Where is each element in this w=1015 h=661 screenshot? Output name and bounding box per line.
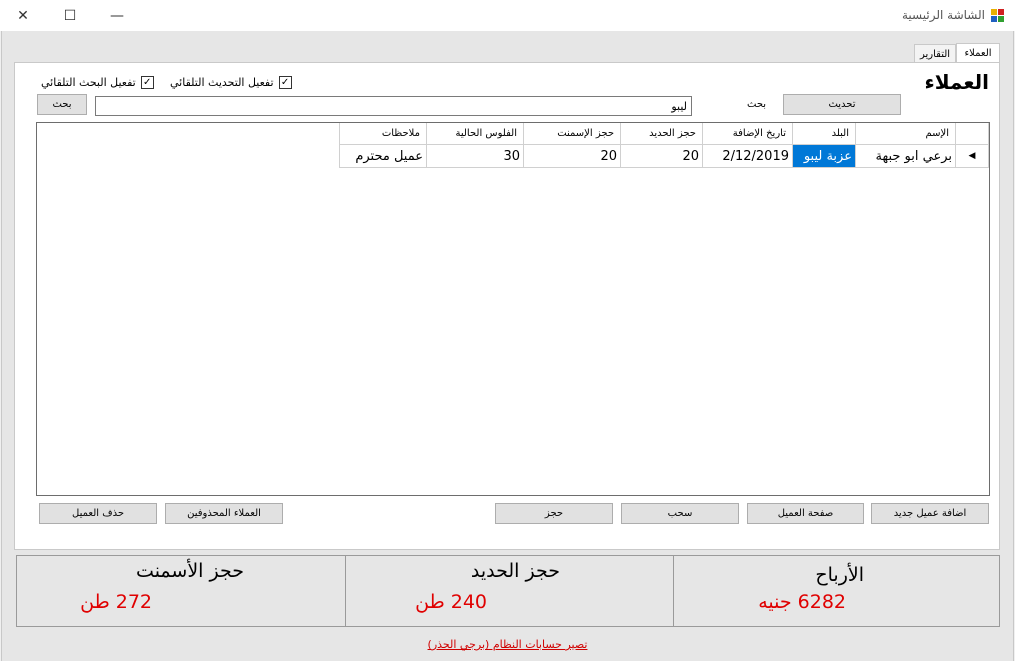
column-header-iron-booking[interactable]: حجز الحديد (620, 123, 703, 145)
iron-booking-value: 240 طن (415, 591, 487, 613)
cement-booking-value: 272 طن (80, 591, 152, 613)
auto-search-label: تفعيل البحث التلقائي (41, 75, 136, 89)
close-button[interactable]: ✕ (0, 0, 46, 31)
add-customer-button[interactable]: اضافة عميل جديد (871, 503, 989, 524)
column-header-date-added[interactable]: تاريخ الإضافة (702, 123, 793, 145)
cell-current-money[interactable]: 30 (426, 144, 524, 168)
refresh-button[interactable]: تحديث (783, 94, 901, 115)
deleted-customers-button[interactable]: العملاء المحذوفين (165, 503, 283, 524)
maximize-icon: ☐ (63, 7, 77, 24)
column-header-name[interactable]: الإسم (855, 123, 956, 145)
app-icon (991, 9, 1004, 22)
profits-panel: الأرباح 6282 جنيه (673, 555, 1000, 627)
profits-title: الأرباح (815, 564, 864, 586)
auto-refresh-checkbox[interactable]: ✓ تفعيل التحديث التلقائي (170, 74, 292, 90)
column-header-country[interactable]: البلد (792, 123, 856, 145)
tab-customers[interactable]: العملاء (956, 43, 1000, 63)
auto-refresh-label: تفعيل التحديث التلقائي (170, 75, 274, 89)
iron-booking-panel: حجز الحديد 240 طن (345, 555, 674, 627)
column-header-current-money[interactable]: الفلوس الحالية (426, 123, 524, 145)
cell-notes[interactable]: عميل محترم (339, 144, 427, 168)
delete-customer-button[interactable]: حذف العميل (39, 503, 157, 524)
tab-reports[interactable]: التقارير (914, 44, 956, 63)
cell-name[interactable]: برعي ابو جبهة (855, 144, 956, 168)
cell-cement-booking[interactable]: 20 (523, 144, 621, 168)
iron-booking-title: حجز الحديد (470, 560, 560, 582)
table-row[interactable]: ◀ برعي ابو جبهة عزبة ليبو 2/12/2019 20 2… (339, 144, 989, 168)
cell-date-added[interactable]: 2/12/2019 (702, 144, 793, 168)
customers-grid[interactable]: الإسم البلد تاريخ الإضافة حجز الحديد حجز… (36, 122, 990, 496)
reserve-button[interactable]: حجز (495, 503, 613, 524)
withdraw-button[interactable]: سحب (621, 503, 739, 524)
page-title: العملاء (924, 70, 989, 94)
auto-refresh-check-icon: ✓ (278, 75, 292, 89)
current-row-indicator-icon: ◀ (955, 144, 989, 168)
auto-search-checkbox[interactable]: ✓ تفعيل البحث التلقائي (41, 74, 154, 90)
maximize-button[interactable]: ☐ (47, 0, 93, 31)
column-header-cement-booking[interactable]: حجز الإسمنت (523, 123, 621, 145)
reset-system-link[interactable]: تصير حسابات النظام (برجي الحذر) (0, 638, 1015, 651)
cement-booking-panel: حجز الأسمنت 272 طن (16, 555, 346, 627)
row-header-corner (955, 123, 989, 145)
cell-country[interactable]: عزبة ليبو (792, 144, 856, 168)
column-header-notes[interactable]: ملاحظات (339, 123, 427, 145)
cement-booking-title: حجز الأسمنت (136, 560, 244, 582)
customer-page-button[interactable]: صفحة العميل (747, 503, 864, 524)
search-input[interactable]: ليبو (95, 96, 692, 116)
customers-table: الإسم البلد تاريخ الإضافة حجز الحديد حجز… (339, 123, 989, 168)
grid-header-row: الإسم البلد تاريخ الإضافة حجز الحديد حجز… (339, 123, 989, 145)
auto-search-check-icon: ✓ (140, 75, 154, 89)
minimize-button[interactable]: — (94, 0, 140, 31)
close-icon: ✕ (17, 7, 29, 24)
title-bar: ✕ ☐ — الشاشة الرئيسية (0, 0, 1015, 31)
search-button[interactable]: بحث (37, 94, 87, 115)
cell-iron-booking[interactable]: 20 (620, 144, 703, 168)
search-label: بحث (747, 99, 767, 110)
profits-value: 6282 جنيه (758, 591, 846, 613)
minimize-icon: — (110, 7, 124, 24)
window-title: الشاشة الرئيسية (902, 8, 985, 22)
